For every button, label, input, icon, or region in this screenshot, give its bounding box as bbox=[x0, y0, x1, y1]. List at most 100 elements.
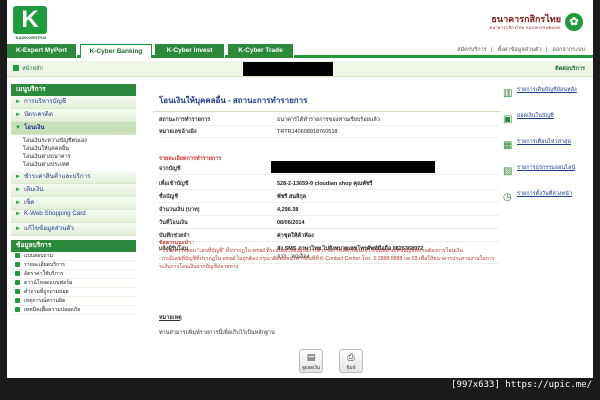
quick-link-label: รายการธุรกรรมออนไลน์ bbox=[517, 165, 576, 171]
sidebar-item-account-management[interactable]: ► การบริหารบัญชี bbox=[11, 96, 136, 109]
contact-link[interactable]: ติดต่อบริการ bbox=[555, 65, 585, 73]
tab-k-cyber-invest[interactable]: K-Cyber Invest bbox=[155, 44, 225, 58]
breadcrumb-bar: หน้าหลัก ติดต่อบริการ bbox=[7, 61, 593, 77]
info-item-download-forms[interactable]: ดาวน์โหลดแบบฟอร์ม bbox=[11, 279, 136, 288]
sidebar-item-cheque[interactable]: ► เช็ค bbox=[11, 197, 136, 210]
view-balance-button[interactable]: ▤ ดูยอดเงิน bbox=[299, 349, 323, 373]
quick-link-online-transactions[interactable]: ▧ รายการธุรกรรมออนไลน์ bbox=[503, 162, 589, 186]
info-item-label: เทคนิคเพื่อความปลอดภัย bbox=[24, 307, 81, 313]
tab-k-cyber-banking[interactable]: K-Cyber Banking bbox=[80, 44, 152, 58]
sidebar-item-topup[interactable]: ► เติมเงิน bbox=[11, 184, 136, 197]
arrow-down-icon: ▼ bbox=[15, 125, 21, 131]
info-item-survey[interactable]: แบบสอบถาม bbox=[11, 252, 136, 261]
link-logout[interactable]: ออกจากระบบ bbox=[553, 47, 585, 53]
top-links: สมัครบริการ | ตั้งค่าข้อมูลส่วนตัว | ออกจา… bbox=[453, 46, 585, 54]
breadcrumb-home[interactable]: หน้าหลัก bbox=[13, 65, 43, 73]
sidebar-item-transfer[interactable]: ▼ โอนเงิน bbox=[11, 122, 136, 135]
amount-label: จำนวนเงิน (บาท) bbox=[159, 207, 200, 213]
info-item-service-details[interactable]: รายละเอียดบริการ bbox=[11, 261, 136, 270]
arrow-right-icon: ► bbox=[15, 211, 21, 217]
alert-icon: ▦ bbox=[503, 140, 513, 151]
watermark: [997x633] https://upic.me/ bbox=[451, 380, 592, 390]
sidebar-item-label: โอนเงิน bbox=[23, 124, 45, 131]
arrow-right-icon: ► bbox=[15, 200, 21, 206]
bank-name-en: ธนาคารกสิกรไทย KASIKORNBANK bbox=[489, 25, 561, 30]
sidebar-item-label: K-Web Shopping Card bbox=[23, 210, 86, 217]
fees-icon bbox=[15, 271, 20, 276]
link-profile-settings[interactable]: ตั้งค่าข้อมูลส่วนตัว bbox=[498, 47, 542, 53]
reference-label: หมายเลขอ้างอิง bbox=[159, 129, 197, 135]
site-header: K KASIKORNTHAI ธนาคารกสิกรไทย ธนาคารกสิก… bbox=[7, 0, 593, 44]
row-date: วันที่โอนเงิน 08/06/2014 bbox=[159, 218, 499, 229]
calendar-icon: ◷ bbox=[503, 192, 512, 203]
transactions-icon: ▧ bbox=[503, 166, 513, 177]
quick-link-recent-alerts[interactable]: ▦ รายการเตือนไหว่ล่าสุด bbox=[503, 136, 589, 160]
info-item-label: รายละเอียดบริการ bbox=[24, 262, 65, 268]
sidebar-item-k-web-shopping[interactable]: ► K-Web Shopping Card bbox=[11, 210, 136, 223]
sub-item-other-bank[interactable]: โอนเงินต่างธนาคาร bbox=[23, 153, 136, 161]
quick-link-label: รายการเตือนไหว่ล่าสุด bbox=[517, 139, 572, 145]
logo-text: KASIKORNTHAI bbox=[15, 35, 47, 40]
redacted-from-account bbox=[271, 161, 435, 173]
advice-note-2: - กรณีเลขที่บัญชีที่ปรากฏใน email ไม่ถูก… bbox=[159, 256, 495, 270]
info-item-incidents[interactable]: เหตุการณ์ความผิด bbox=[11, 297, 136, 306]
sidebar-item-bill-payment[interactable]: ► ชำระค่าสินค้าและบริการ bbox=[11, 171, 136, 184]
sidebar-item-label: เช็ค bbox=[23, 199, 35, 206]
sidebar-item-credit-card[interactable]: ► บัตรเครดิต bbox=[11, 109, 136, 122]
info-item-label: คำถามที่ถูกถามบ่อย bbox=[24, 289, 69, 295]
quick-link-label: ยอดเงินในบัญชี bbox=[517, 113, 554, 119]
main-content: โอนเงินให้บุคคลอื่น - สถานะการทำรายการ ส… bbox=[153, 84, 501, 378]
balance-icon: ▤ bbox=[306, 353, 316, 363]
print-button[interactable]: ⎙ พิมพ์ bbox=[339, 349, 363, 373]
browser-page: K KASIKORNTHAI ธนาคารกสิกรไทย ธนาคารกสิก… bbox=[7, 0, 593, 378]
info-item-security-tips[interactable]: เทคนิคเพื่อความปลอดภัย bbox=[11, 306, 136, 315]
sidebar-info-title: ข้อมูลบริการ bbox=[11, 240, 136, 252]
info-item-fees[interactable]: อัตราค่าใช้บริการ bbox=[11, 270, 136, 279]
logo-k-icon: K bbox=[13, 6, 47, 34]
row-status: สถานะการทำรายการ ธนาคารได้ทำรายการของท่า… bbox=[159, 115, 499, 126]
main-nav: K-Expert MyPort K-Cyber Banking K-Cyber … bbox=[7, 44, 593, 58]
quick-link-label: รายการเดินบัญชีย้อนหลัง bbox=[517, 87, 577, 93]
to-account-value: 528-2-13659-9 cloudian shop คุณพัชรี bbox=[277, 181, 373, 187]
tab-k-expert-myport[interactable]: K-Expert MyPort bbox=[7, 44, 77, 58]
date-label: วันที่โอนเงิน bbox=[159, 220, 188, 226]
quick-link-label: รายการตั้งวันที่ล่วงหน้า bbox=[517, 191, 572, 197]
info-item-faq[interactable]: คำถามที่ถูกถามบ่อย bbox=[11, 288, 136, 297]
info-item-label: ดาวน์โหลดแบบฟอร์ม bbox=[24, 280, 73, 286]
reference-value: TRTR140608918760518 bbox=[277, 129, 338, 135]
sub-item-overseas[interactable]: โอนเงินต่างประเทศ bbox=[23, 161, 136, 169]
date-value: 08/06/2014 bbox=[277, 220, 305, 226]
bank-emblem-icon: ✿ bbox=[565, 13, 583, 31]
sidebar-item-edit-profile[interactable]: ► แก้ไขข้อมูลส่วนตัว bbox=[11, 223, 136, 236]
arrow-right-icon: ► bbox=[15, 112, 21, 118]
advice-notes: ข้อควรแนะนำ : - โปรดตรวจสอบ "เลขที่บัญชี… bbox=[159, 239, 499, 271]
tab-k-cyber-trade[interactable]: K-Cyber Trade bbox=[228, 44, 294, 58]
status-label: สถานะการทำรายการ bbox=[159, 117, 211, 123]
sub-item-own-account[interactable]: โอนเงินระหว่างบัญชีตนเอง bbox=[23, 137, 136, 145]
account-name-value: พัชรี สนลิกุล bbox=[277, 194, 307, 200]
status-value: ธนาคารได้ทำรายการของท่านเรียบร้อยแล้ว bbox=[277, 117, 380, 123]
advice-note-1: - โปรดตรวจสอบ "เลขที่บัญชี" ที่ปรากฏใน e… bbox=[159, 248, 463, 254]
quick-link-balance[interactable]: ▣ ยอดเงินในบัญชี bbox=[503, 110, 589, 134]
link-separator: | bbox=[545, 47, 547, 53]
sub-item-other-person[interactable]: โอนเงินให้บุคคลอื่น bbox=[23, 145, 136, 153]
arrow-right-icon: ► bbox=[15, 226, 21, 232]
kasikornthai-logo[interactable]: K KASIKORNTHAI bbox=[13, 6, 47, 40]
home-icon bbox=[13, 65, 19, 71]
section-title-details: รายละเอียดการทำรายการ bbox=[159, 156, 222, 162]
home-label: หน้าหลัก bbox=[22, 66, 43, 72]
quick-link-scheduled[interactable]: ◷ รายการตั้งวันที่ล่วงหน้า bbox=[503, 188, 589, 212]
quick-links: ▥ รายการเดินบัญชีย้อนหลัง ▣ ยอดเงินในบัญ… bbox=[503, 84, 589, 214]
sidebar-submenu-transfer: โอนเงินระหว่างบัญชีตนเอง โอนเงินให้บุคคล… bbox=[11, 135, 136, 171]
lock-icon bbox=[15, 307, 20, 312]
balance-icon: ▣ bbox=[503, 114, 513, 125]
quick-link-statement[interactable]: ▥ รายการเดินบัญชีย้อนหลัง bbox=[503, 84, 589, 108]
amount-value: 4,296.38 bbox=[277, 207, 299, 213]
statement-icon: ▥ bbox=[503, 88, 513, 99]
link-register[interactable]: สมัครบริการ bbox=[457, 47, 486, 53]
sidebar: เมนูบริการ ► การบริหารบัญชี ► บัตรเครดิต ▼… bbox=[11, 84, 136, 315]
download-icon bbox=[15, 280, 20, 285]
survey-icon bbox=[15, 253, 20, 258]
to-account-label: เพื่อเข้าบัญชี bbox=[159, 181, 189, 187]
arrow-right-icon: ► bbox=[15, 99, 21, 105]
